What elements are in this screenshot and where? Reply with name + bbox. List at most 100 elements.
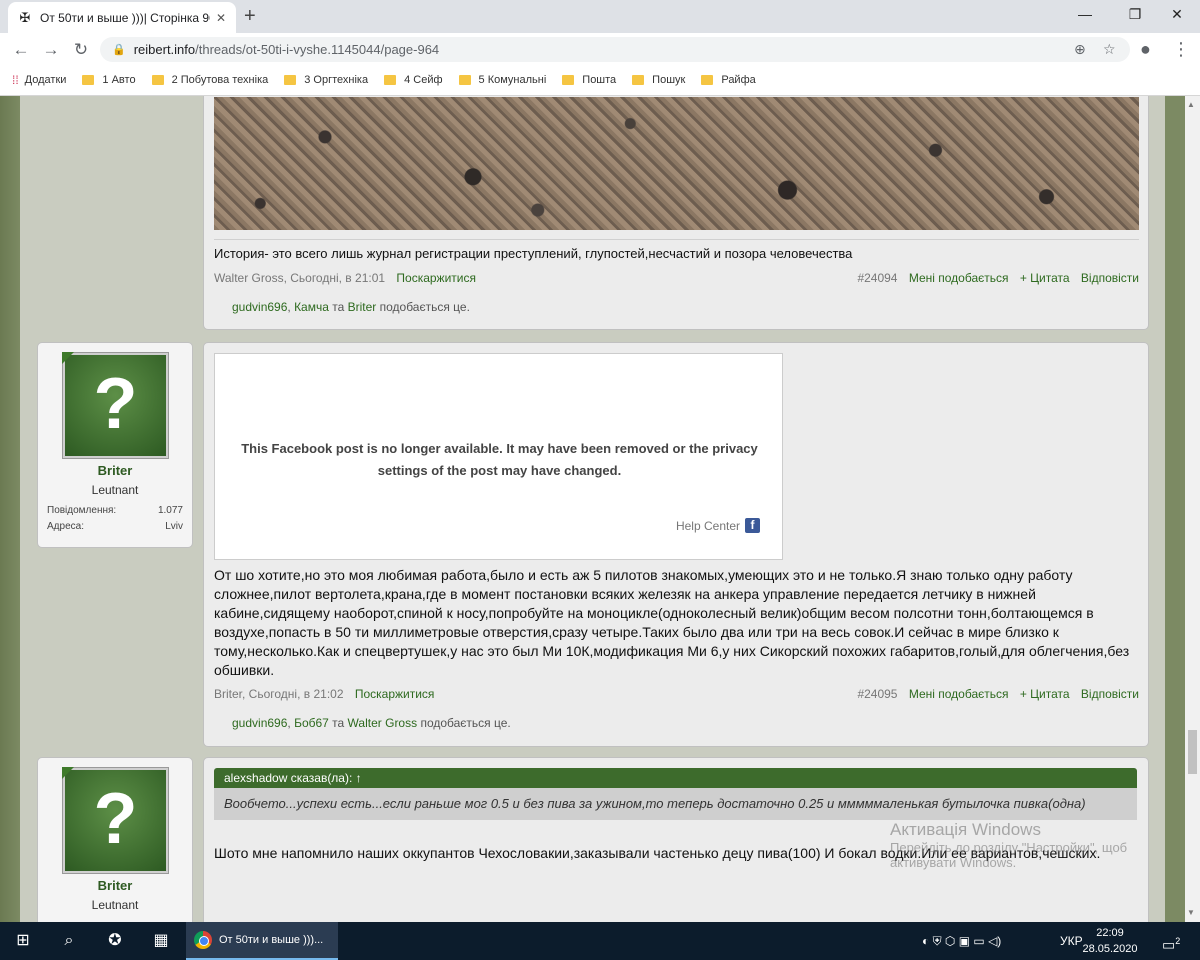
likes-summary: gudvin696, Боб67 та Walter Gross подобає… — [232, 716, 511, 730]
liker-link[interactable]: Walter Gross — [348, 716, 418, 730]
quote-link[interactable]: + Цитата — [1020, 687, 1070, 701]
scroll-up-icon[interactable]: ▲ — [1187, 100, 1195, 109]
close-tab-icon[interactable]: ✕ — [216, 11, 226, 25]
post-author-link[interactable]: Walter Gross — [214, 271, 284, 285]
post-24095: This Facebook post is no longer availabl… — [203, 342, 1149, 747]
maximize-icon[interactable]: ❐ — [1112, 0, 1158, 30]
bookmarks-bar: ⁞⁞ Додатки 1 Авто 2 Побутова техніка 3 Оргте… — [0, 65, 1200, 96]
bookmark-label: 2 Побутова техніка — [171, 74, 269, 86]
close-window-icon[interactable]: ✕ — [1154, 0, 1200, 30]
post-number[interactable]: #24094 — [857, 271, 897, 285]
liker-link[interactable]: Камча — [294, 300, 329, 314]
report-link[interactable]: Поскаржитися — [396, 271, 476, 285]
bookmark-label: 5 Комунальні — [478, 74, 547, 86]
page-scrollbar[interactable]: ▲ ▼ — [1185, 96, 1200, 922]
liker-link[interactable]: Боб67 — [294, 716, 329, 730]
username-link[interactable]: Briter — [38, 463, 192, 478]
zoom-icon[interactable]: ⊕ — [1074, 41, 1086, 58]
new-tab-button[interactable]: + — [244, 5, 256, 28]
post-time: , Сьогодні, в 21:02 — [242, 687, 344, 701]
folder-icon — [562, 75, 575, 85]
start-icon[interactable]: ⊞ — [0, 922, 46, 960]
like-link[interactable]: Мені подобається — [909, 271, 1009, 285]
tab-strip: ✠ От 50ти и выше )))| Сторінка 964 ✕ + —… — [0, 0, 1200, 33]
toolbar: ← → ↻ 🔒 reibert.info/threads/ot-50ti-i-v… — [0, 33, 1200, 65]
like-link[interactable]: Мені подобається — [909, 687, 1009, 701]
url-text: reibert.info/threads/ot-50ti-i-vyshe.114… — [133, 42, 440, 57]
search-icon[interactable]: ⌕ — [46, 922, 92, 960]
post-24094: История- это всего лишь журнал регистрац… — [203, 96, 1149, 330]
bookmark-apps[interactable]: ⁞⁞ Додатки — [12, 73, 66, 87]
lock-icon: 🔒 — [112, 44, 126, 56]
bookmark-folder[interactable]: 1 Авто — [82, 74, 136, 86]
reply-link[interactable]: Відповісти — [1081, 271, 1139, 285]
forward-icon[interactable]: → — [40, 39, 62, 61]
scrollbar-thumb[interactable] — [1188, 730, 1197, 774]
post-number[interactable]: #24095 — [857, 687, 897, 701]
clock[interactable]: 22:09 28.05.2020 — [1082, 925, 1138, 957]
facebook-help-center-link[interactable]: Help Center f — [676, 518, 760, 533]
likes-summary: gudvin696, Камча та Briter подобається ц… — [232, 300, 470, 314]
language-indicator[interactable]: УКР — [1060, 922, 1083, 960]
folder-icon — [458, 75, 471, 85]
bookmark-label: Райфа — [721, 74, 756, 86]
signature-divider — [214, 239, 1139, 240]
quote-text: Вообчето...успехи есть...если раньше мог… — [214, 788, 1137, 820]
post-body: От шо хотите,но это моя любимая работа,б… — [214, 567, 1130, 678]
facebook-embed: This Facebook post is no longer availabl… — [214, 353, 783, 560]
bookmark-folder[interactable]: 2 Побутова техніка — [151, 74, 269, 86]
profile-icon[interactable]: ● — [1140, 39, 1151, 60]
tray-icons[interactable]: ◐ ⛨ ⬡ ▣ ▭ ◁) — [922, 922, 1001, 960]
windows-activation-watermark: Активація Windows Перейдіть до розділу "… — [890, 820, 1128, 870]
folder-icon — [701, 75, 714, 85]
bookmark-label: 1 Авто — [102, 74, 136, 86]
browser-tab[interactable]: ✠ От 50ти и выше )))| Сторінка 964 ✕ — [8, 2, 236, 33]
signature-text: История- это всего лишь журнал регистрац… — [214, 246, 853, 261]
reply-link[interactable]: Відповісти — [1081, 687, 1139, 701]
liker-link[interactable]: gudvin696 — [232, 716, 287, 730]
bookmark-folder[interactable]: Райфа — [701, 74, 756, 86]
avatar[interactable]: ? — [62, 767, 168, 873]
folder-icon — [384, 75, 397, 85]
bookmark-star-icon[interactable]: ☆ — [1103, 41, 1116, 58]
user-info-box: ? Briter Leutnant Повідомлення: 1.077 Адр… — [37, 342, 193, 548]
bookmark-folder[interactable]: 4 Сейф — [384, 74, 443, 86]
minimize-icon[interactable]: — — [1062, 0, 1108, 30]
post-author-link[interactable]: Briter — [214, 687, 242, 701]
avatar[interactable]: ? — [62, 352, 168, 458]
calculator-icon[interactable]: ▦ — [138, 922, 184, 960]
bookmark-folder[interactable]: 3 Оргтехніка — [284, 74, 368, 86]
quote-header-link[interactable]: alexshadow сказав(ла): ↑ — [214, 768, 1137, 788]
liker-link[interactable]: gudvin696 — [232, 300, 287, 314]
user-info-box: ? Briter Leutnant — [37, 757, 193, 922]
bookmark-label: 3 Оргтехніка — [304, 74, 369, 86]
bookmark-label: Пошта — [582, 74, 617, 86]
reload-icon[interactable]: ↻ — [70, 39, 92, 61]
liker-link[interactable]: Briter — [348, 300, 377, 314]
post-meta: Walter Gross, Сьогодні, в 21:01 Поскаржи… — [214, 271, 1139, 285]
user-posts-stat: Повідомлення: 1.077 — [47, 505, 183, 516]
back-icon[interactable]: ← — [10, 39, 32, 61]
bookmark-folder[interactable]: Пошук — [632, 74, 685, 86]
username-link[interactable]: Briter — [38, 878, 192, 893]
post-time: , Сьогодні, в 21:01 — [283, 271, 386, 285]
bookmark-label: Пошук — [652, 74, 686, 86]
folder-icon — [82, 75, 95, 85]
quote-block: alexshadow сказав(ла): ↑ Вообчето...успе… — [214, 768, 1137, 820]
address-bar[interactable]: 🔒 reibert.info/threads/ot-50ti-i-vyshe.1… — [100, 37, 1130, 62]
quote-link[interactable]: + Цитата — [1020, 271, 1070, 285]
bookmark-label: Додатки — [24, 74, 67, 86]
site-favicon-icon: ✠ — [19, 9, 31, 25]
facebook-unavailable-message: This Facebook post is no longer availabl… — [241, 441, 758, 478]
bookmark-label: 4 Сейф — [404, 74, 443, 86]
taskbar-chrome-app[interactable]: От 50ти и выше )))... — [186, 922, 338, 960]
game-app-icon[interactable]: ✪ — [92, 922, 138, 960]
notifications-icon[interactable]: ▭2 — [1162, 922, 1180, 960]
scroll-down-icon[interactable]: ▼ — [1187, 908, 1195, 917]
menu-icon[interactable]: ⋮ — [1172, 39, 1190, 60]
folder-icon — [632, 75, 645, 85]
bookmark-folder[interactable]: 5 Комунальні — [458, 74, 547, 86]
report-link[interactable]: Поскаржитися — [355, 687, 435, 701]
page-content: История- это всего лишь журнал регистрац… — [0, 96, 1185, 922]
bookmark-folder[interactable]: Пошта — [562, 74, 616, 86]
